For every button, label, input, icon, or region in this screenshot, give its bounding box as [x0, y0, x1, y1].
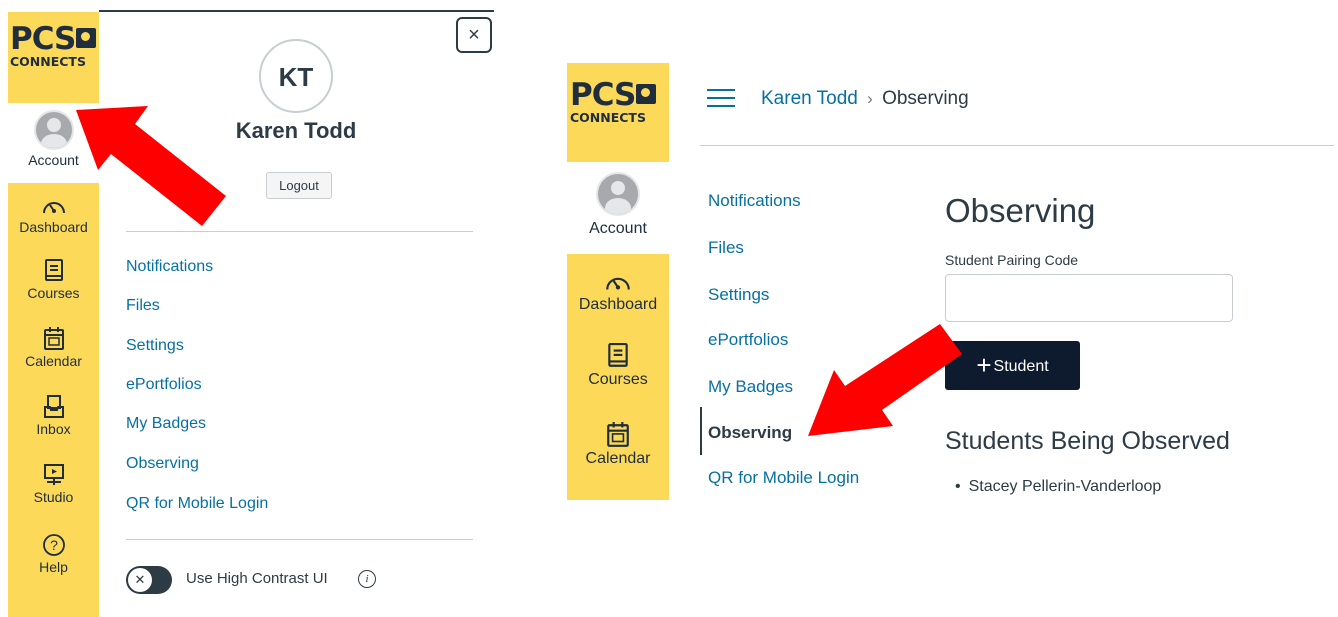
sidebar-link-notifications[interactable]: Notifications	[708, 191, 801, 211]
courses-icon	[608, 343, 628, 367]
logo-subtext: CONNECTS	[570, 110, 646, 125]
nav-courses[interactable]: Courses	[8, 259, 99, 301]
header-divider	[700, 145, 1334, 146]
tray-link-settings[interactable]: Settings	[126, 337, 184, 355]
page-title: Observing	[945, 192, 1096, 229]
nav-studio[interactable]: Studio	[8, 463, 99, 505]
breadcrumb-separator: ›	[867, 89, 873, 108]
sidebar-link-observing-active[interactable]: Observing	[708, 423, 792, 443]
calendar-icon	[43, 327, 64, 350]
svg-text:?: ?	[50, 537, 58, 553]
nav-courses-label: Courses	[27, 285, 80, 301]
nav-help-label: Help	[39, 559, 68, 575]
breadcrumb-current: Observing	[882, 88, 969, 109]
observed-student-name: Stacey Pellerin-Vanderloop	[968, 478, 1162, 495]
tray-link-my-badges[interactable]: My Badges	[126, 415, 206, 433]
courses-icon	[44, 259, 63, 281]
logo[interactable]: PCS CONNECTS	[570, 80, 668, 125]
sidebar-link-my-badges[interactable]: My Badges	[708, 377, 793, 397]
nav-account-active[interactable]: Account	[567, 162, 669, 254]
close-button[interactable]: ×	[456, 17, 492, 53]
calendar-icon	[607, 422, 629, 447]
sidebar-link-qr-login[interactable]: QR for Mobile Login	[708, 468, 859, 488]
nav-dashboard[interactable]: Dashboard	[567, 270, 669, 314]
tray-top-border	[99, 10, 494, 12]
nav-inbox[interactable]: Inbox	[8, 395, 99, 437]
logo[interactable]: PCS CONNECTS	[10, 24, 98, 69]
info-glyph: i	[365, 573, 369, 585]
logo-cube-icon	[76, 28, 97, 48]
nav-calendar-label: Calendar	[25, 353, 82, 369]
list-bullet: •	[955, 478, 961, 495]
nav-calendar-label: Calendar	[585, 450, 651, 467]
observed-heading: Students Being Observed	[945, 427, 1230, 455]
dashboard-icon	[42, 202, 65, 214]
tray-link-eportfolios[interactable]: ePortfolios	[126, 376, 202, 394]
info-icon[interactable]: i	[358, 570, 376, 588]
nav-calendar[interactable]: Calendar	[567, 422, 669, 468]
tray-link-notifications[interactable]: Notifications	[126, 258, 213, 276]
pairing-code-label: Student Pairing Code	[945, 252, 1079, 268]
sidebar-link-settings[interactable]: Settings	[708, 285, 769, 305]
logout-button[interactable]: Logout	[266, 172, 332, 199]
nav-courses-label: Courses	[588, 371, 648, 388]
sidebar-active-indicator	[700, 407, 702, 455]
logo-subtext: CONNECTS	[10, 54, 86, 69]
pairing-code-input[interactable]	[945, 274, 1233, 322]
nav-help[interactable]: ? Help	[8, 533, 99, 575]
high-contrast-label: Use High Contrast UI	[186, 570, 328, 587]
hamburger-menu-icon[interactable]	[707, 89, 735, 109]
studio-icon	[43, 464, 64, 485]
sidebar-link-files[interactable]: Files	[708, 238, 744, 258]
annotation-arrow-account	[76, 106, 226, 226]
close-icon: ×	[468, 24, 480, 46]
user-avatar: KT	[259, 39, 333, 113]
tray-link-files[interactable]: Files	[126, 297, 160, 315]
high-contrast-toggle[interactable]: ✕	[126, 566, 172, 594]
nav-courses[interactable]: Courses	[567, 343, 669, 389]
logo-text: PCS	[570, 77, 636, 113]
logo-cube-icon	[636, 84, 657, 104]
avatar-initials: KT	[278, 62, 314, 92]
breadcrumb-parent-link[interactable]: Karen Todd	[761, 88, 858, 109]
inbox-icon	[43, 395, 64, 418]
divider	[126, 539, 473, 540]
tray-link-observing[interactable]: Observing	[126, 455, 199, 473]
avatar-icon	[596, 172, 640, 216]
toggle-knob: ✕	[128, 568, 152, 592]
nav-calendar[interactable]: Calendar	[8, 327, 99, 369]
nav-studio-label: Studio	[33, 489, 74, 505]
annotation-arrow-observing	[808, 324, 962, 436]
sidebar-link-eportfolios[interactable]: ePortfolios	[708, 330, 788, 350]
plus-icon: +	[976, 350, 992, 380]
observed-student-item: • Stacey Pellerin-Vanderloop	[955, 478, 1161, 496]
tray-link-qr-login[interactable]: QR for Mobile Login	[126, 495, 268, 513]
logo-text: PCS	[10, 21, 76, 57]
breadcrumb: Karen Todd › Observing	[761, 88, 969, 110]
nav-inbox-label: Inbox	[36, 421, 71, 437]
dashboard-icon	[606, 277, 630, 290]
help-icon: ?	[42, 534, 65, 556]
nav-account-label: Account	[589, 220, 647, 237]
add-student-button-label: Student	[993, 358, 1049, 375]
nav-dashboard-label: Dashboard	[578, 296, 658, 313]
